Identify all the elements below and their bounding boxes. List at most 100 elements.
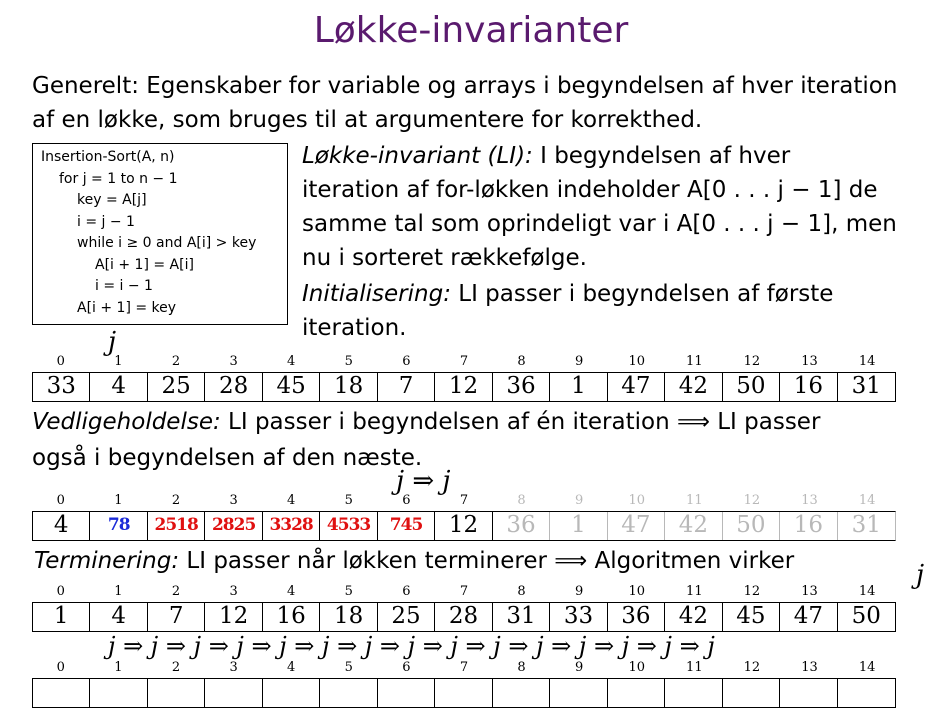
array-cell: 42 xyxy=(665,603,723,631)
array-index: 7 xyxy=(459,354,469,369)
array-index: 2 xyxy=(171,493,181,508)
array-cell: 4 xyxy=(90,603,148,631)
array-cell: 47 xyxy=(780,603,838,631)
array-cell: 2825 xyxy=(205,512,263,540)
array-cell xyxy=(263,679,321,707)
array-index: 12 xyxy=(743,660,761,675)
init-line-2: iteration. xyxy=(302,315,407,341)
array-index: 9 xyxy=(575,493,584,508)
array-cell: 47 xyxy=(608,512,666,540)
array-cell xyxy=(435,679,493,707)
array-index: 2 xyxy=(171,584,181,599)
invariant-label: Løkke-invariant (LI): xyxy=(302,143,533,169)
array-index: 13 xyxy=(801,660,818,675)
array-index: 6 xyxy=(402,584,411,599)
array-cell xyxy=(378,679,436,707)
array-cell: 33 xyxy=(550,603,608,631)
array-cell: 36 xyxy=(493,512,551,540)
array-index: 4 xyxy=(287,493,296,508)
array-index: 6 xyxy=(402,493,411,508)
array-cell: 1 xyxy=(550,373,608,401)
array-cell: 3328 xyxy=(263,512,321,540)
array-cell xyxy=(205,679,263,707)
array-cell: 16 xyxy=(780,373,838,401)
array-index: 0 xyxy=(56,493,65,508)
array-index: 11 xyxy=(686,660,703,675)
array-cell: 50 xyxy=(723,373,781,401)
algo-line: A[i + 1] = key xyxy=(77,299,177,316)
array-cell: 36 xyxy=(608,603,666,631)
array-index: 14 xyxy=(858,493,876,508)
algo-line: i = i − 1 xyxy=(95,278,153,294)
array-index: 14 xyxy=(858,354,876,369)
array-index: 9 xyxy=(575,354,584,369)
array-cell xyxy=(148,679,206,707)
array-index: 2 xyxy=(171,660,181,675)
array-index: 14 xyxy=(858,660,876,675)
invariant-text-1: I begyndelsen af hver xyxy=(540,143,791,169)
array-cell: 7 xyxy=(148,603,206,631)
array-index: 6 xyxy=(402,354,411,369)
array-cell: 28 xyxy=(435,603,493,631)
array-cell xyxy=(838,679,895,707)
array-cell: 4533 xyxy=(320,512,378,540)
array-index: 4 xyxy=(287,584,296,599)
invariant-line-4: nu i sorteret rækkefølge. xyxy=(302,245,587,271)
array-1: 33 4 25 28 45 18 7 12 36 1 47 42 50 16 31 xyxy=(32,372,896,402)
array-cell xyxy=(320,679,378,707)
array-index: 1 xyxy=(114,584,123,599)
array-index: 7 xyxy=(459,584,469,599)
array-cell: 50 xyxy=(851,603,881,629)
array-cell: 1 xyxy=(33,603,91,631)
array-cell: 36 xyxy=(493,373,551,401)
array-cell xyxy=(550,679,608,707)
array-cell: 12 xyxy=(435,512,493,540)
termination-line: Terminering: LI passer når løkken termin… xyxy=(34,545,794,578)
array-index: 10 xyxy=(628,493,645,508)
array-cell: 4 xyxy=(33,512,91,540)
invariant-line-2: iteration af for-løkken indeholder A[0 .… xyxy=(302,177,878,203)
array-2: 4 78 2518 2825 3328 4533 745 12 36 1 47 42 50 16 31 xyxy=(32,511,896,541)
array-index: 11 xyxy=(686,584,703,599)
array-index: 10 xyxy=(628,660,645,675)
array-index: 3 xyxy=(229,584,238,599)
algo-line: while i ≥ 0 and A[i] > key xyxy=(77,235,257,251)
array-cell: 25 xyxy=(378,603,436,631)
array-index: 7 xyxy=(459,660,469,675)
maintenance-text-1: LI passer i begyndelsen af én iteration … xyxy=(228,409,821,435)
array-index: 12 xyxy=(743,584,761,599)
array-index: 1 xyxy=(114,493,123,508)
array-cell: 16 xyxy=(263,603,321,631)
array-cell: 45 xyxy=(723,603,781,631)
array-index: 10 xyxy=(628,354,645,369)
array-cell xyxy=(608,679,666,707)
array-index: 5 xyxy=(344,660,353,675)
array-index: 3 xyxy=(229,354,238,369)
array-cell: 31 xyxy=(851,512,881,538)
index-row-4: 0 1 2 3 4 5 6 7 8 9 10 11 12 13 14 xyxy=(32,660,896,675)
array-4 xyxy=(32,678,896,708)
algo-line: A[i + 1] = A[i] xyxy=(95,256,194,273)
array-index: 0 xyxy=(56,354,65,369)
j-marker-3: j xyxy=(916,560,925,590)
array-cell: 7 xyxy=(378,373,436,401)
array-cell: 16 xyxy=(780,512,838,540)
array-index: 12 xyxy=(743,493,761,508)
algo-line: Insertion-Sort(A, n) xyxy=(41,149,175,165)
termination-text: LI passer når løkken terminerer ⟹ Algori… xyxy=(186,548,795,574)
array-cell: 47 xyxy=(608,373,666,401)
array-index: 5 xyxy=(344,354,353,369)
array-index: 12 xyxy=(743,354,761,369)
algo-line: key = A[j] xyxy=(77,192,147,208)
array-cell xyxy=(723,679,781,707)
array-index: 8 xyxy=(517,493,526,508)
array-cell: 78 xyxy=(90,512,148,540)
array-index: 9 xyxy=(575,584,584,599)
termination-label: Terminering: xyxy=(34,548,180,574)
array-index: 8 xyxy=(517,354,526,369)
maintenance-line-2: også i begyndelsen af den næste. xyxy=(32,445,423,471)
page-title: Løkke-invarianter xyxy=(313,10,629,51)
array-index: 4 xyxy=(287,354,296,369)
array-cell xyxy=(665,679,723,707)
array-cell xyxy=(493,679,551,707)
